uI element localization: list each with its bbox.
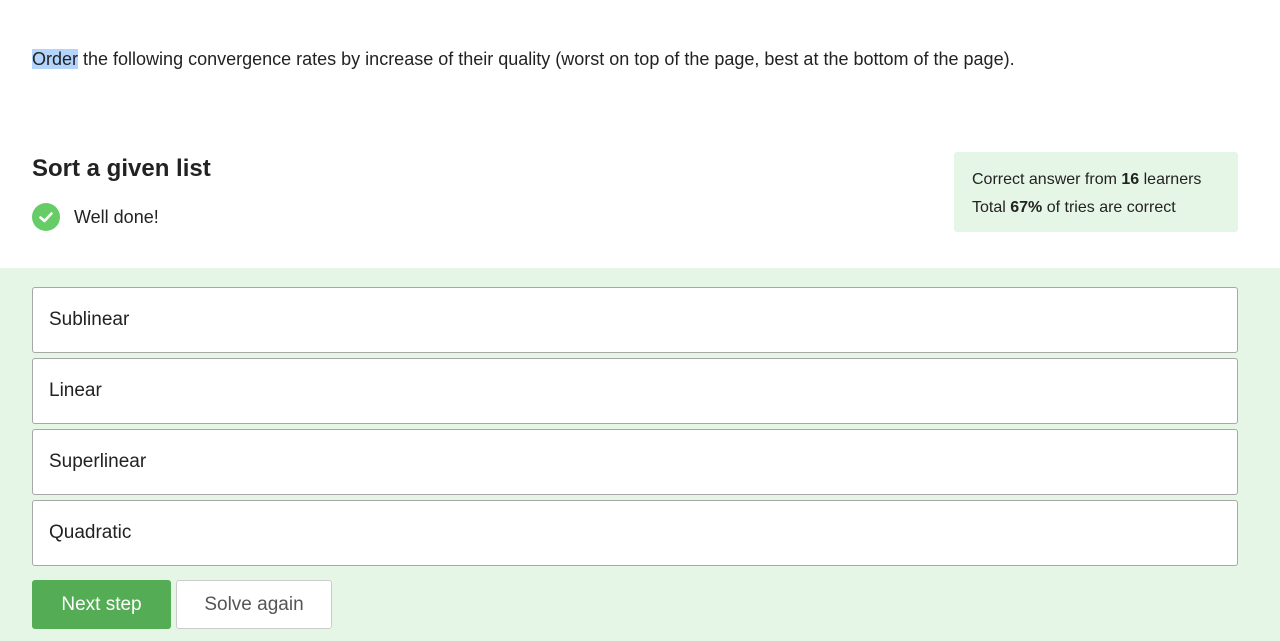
sort-item-superlinear[interactable]: Superlinear [32,429,1238,495]
checkmark-icon [32,203,60,231]
stats-learners-line: Correct answer from 16 learners [972,166,1220,194]
stats-percent-prefix: Total [972,199,1011,216]
question-text: Order the following convergence rates by… [32,47,1015,71]
stats-percent-suffix: of tries are correct [1042,199,1176,216]
section-title: Sort a given list [32,155,211,182]
question-body: the following convergence rates by incre… [78,49,1015,69]
status-text: Well done! [74,206,159,227]
sort-item-linear[interactable]: Linear [32,358,1238,424]
stats-learners-count: 16 [1121,171,1140,188]
stats-percent-line: Total 67% of tries are correct [972,194,1220,222]
question-highlighted-word: Order [32,49,79,69]
solve-again-button[interactable]: Solve again [176,580,332,629]
sort-item-sublinear[interactable]: Sublinear [32,287,1238,353]
stats-box: Correct answer from 16 learners Total 67… [954,152,1238,232]
sort-item-quadratic[interactable]: Quadratic [32,500,1238,566]
next-step-button[interactable]: Next step [32,580,171,629]
stats-learners-suffix: learners [1139,171,1202,188]
stats-learners-prefix: Correct answer from [972,171,1122,188]
status-indicator: Well done! [32,203,159,231]
stats-percent-value: 67% [1010,199,1043,216]
